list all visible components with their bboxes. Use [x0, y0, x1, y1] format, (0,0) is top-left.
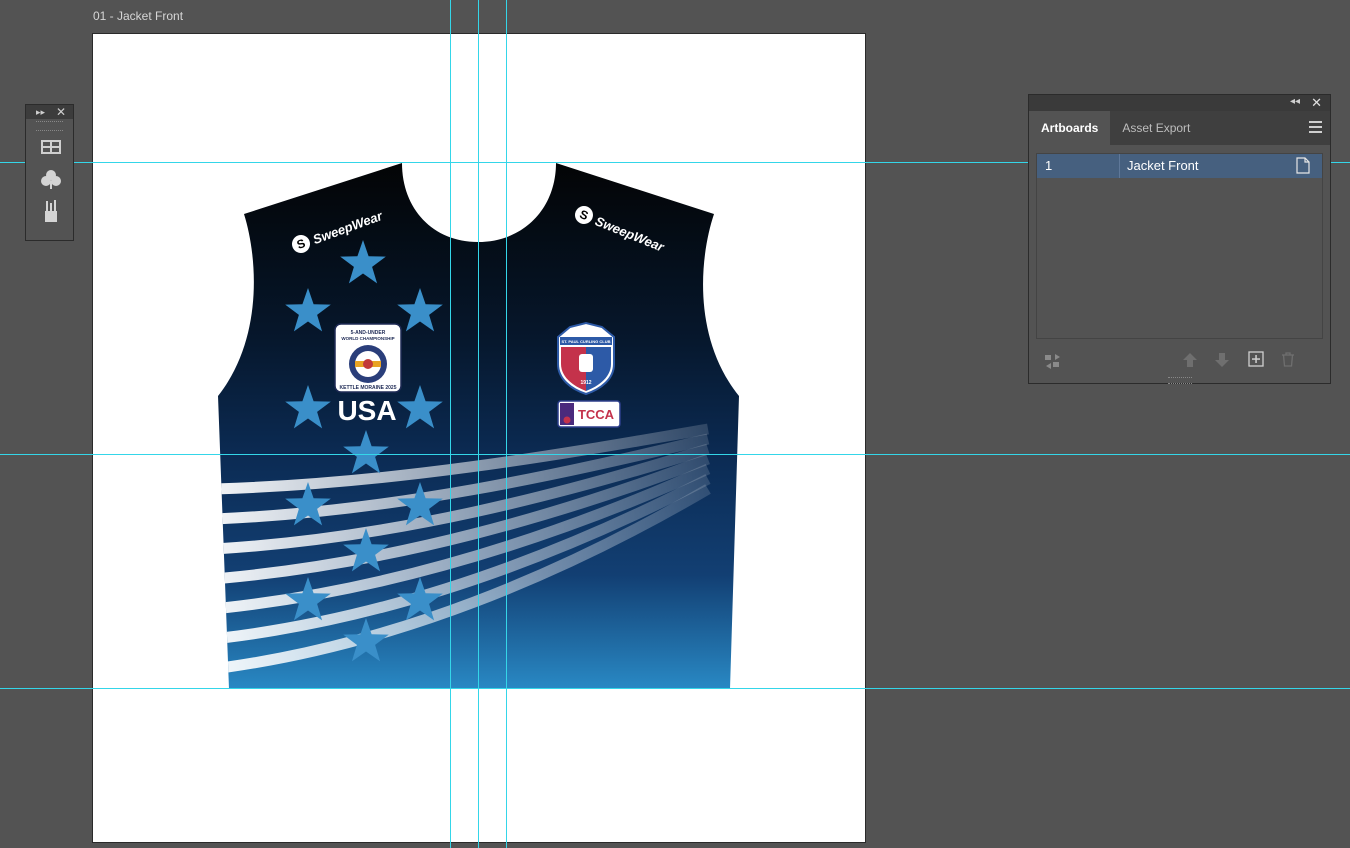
svg-text:KETTLE MORAINE 2025: KETTLE MORAINE 2025: [340, 385, 397, 391]
move-down-icon[interactable]: [1214, 351, 1230, 374]
svg-text:ST. PAUL CURLING CLUB: ST. PAUL CURLING CLUB: [562, 339, 611, 344]
svg-text:1912: 1912: [580, 380, 591, 386]
horizontal-guide[interactable]: [0, 688, 1350, 689]
collapse-icon[interactable]: ◂◂: [1290, 96, 1300, 107]
artboard-name[interactable]: Jacket Front: [1127, 158, 1199, 173]
artboard-row[interactable]: 1 Jacket Front: [1037, 154, 1322, 178]
column-divider: [1119, 154, 1120, 178]
panel-footer: [1029, 345, 1330, 377]
jacket-artwork: S SweepWear S SweepWear 5-AND-UNDER WORL…: [218, 163, 739, 689]
rearrange-icon[interactable]: [1043, 351, 1063, 376]
artboard-list: 1 Jacket Front: [1036, 153, 1323, 339]
panel-titlebar[interactable]: ◂◂ ✕: [1029, 95, 1330, 111]
artboard-options-icon[interactable]: [1296, 157, 1310, 177]
artboard-title: 01 - Jacket Front: [93, 9, 184, 23]
panel-tabs: Artboards Asset Export: [1029, 111, 1330, 145]
tool-panel-titlebar[interactable]: ▸▸ ✕: [26, 105, 73, 119]
panel-grip[interactable]: [36, 121, 63, 131]
new-artboard-icon[interactable]: [1248, 351, 1264, 372]
artboard-canvas[interactable]: S SweepWear S SweepWear 5-AND-UNDER WORL…: [92, 33, 866, 843]
expand-icon[interactable]: ▸▸: [36, 105, 45, 119]
artboards-panel: ◂◂ ✕ Artboards Asset Export 1 Jacket Fro…: [1028, 94, 1331, 384]
championship-badge: 5-AND-UNDER WORLD CHAMPIONSHIP KETTLE MO…: [334, 323, 402, 393]
artboard-number: 1: [1045, 158, 1053, 173]
vertical-guide[interactable]: [506, 0, 507, 848]
svg-text:TCCA: TCCA: [578, 407, 615, 422]
panel-menu-icon[interactable]: [1309, 121, 1322, 136]
club-symbol-icon[interactable]: [26, 163, 75, 195]
curling-club-shield: ST. PAUL CURLING CLUB 1912: [557, 321, 615, 396]
vertical-guide[interactable]: [478, 0, 479, 848]
artboard-grid-icon[interactable]: [26, 131, 75, 163]
close-icon[interactable]: ✕: [1311, 95, 1322, 111]
brush-cup-icon[interactable]: [26, 195, 75, 227]
horizontal-guide[interactable]: [0, 454, 1350, 455]
panel-resize-grip[interactable]: [1168, 377, 1192, 384]
svg-text:WORLD CHAMPIONSHIP: WORLD CHAMPIONSHIP: [341, 336, 394, 341]
vertical-guide[interactable]: [450, 0, 451, 848]
move-up-icon[interactable]: [1182, 351, 1198, 374]
tcca-badge: TCCA: [557, 400, 621, 428]
jacket-body: [218, 163, 739, 689]
usa-text: USA: [337, 395, 396, 426]
delete-icon[interactable]: [1280, 351, 1296, 373]
tab-artboards[interactable]: Artboards: [1029, 111, 1111, 145]
tab-asset-export[interactable]: Asset Export: [1110, 111, 1202, 145]
tool-panel: ▸▸ ✕: [25, 104, 74, 241]
close-icon[interactable]: ✕: [56, 105, 66, 119]
